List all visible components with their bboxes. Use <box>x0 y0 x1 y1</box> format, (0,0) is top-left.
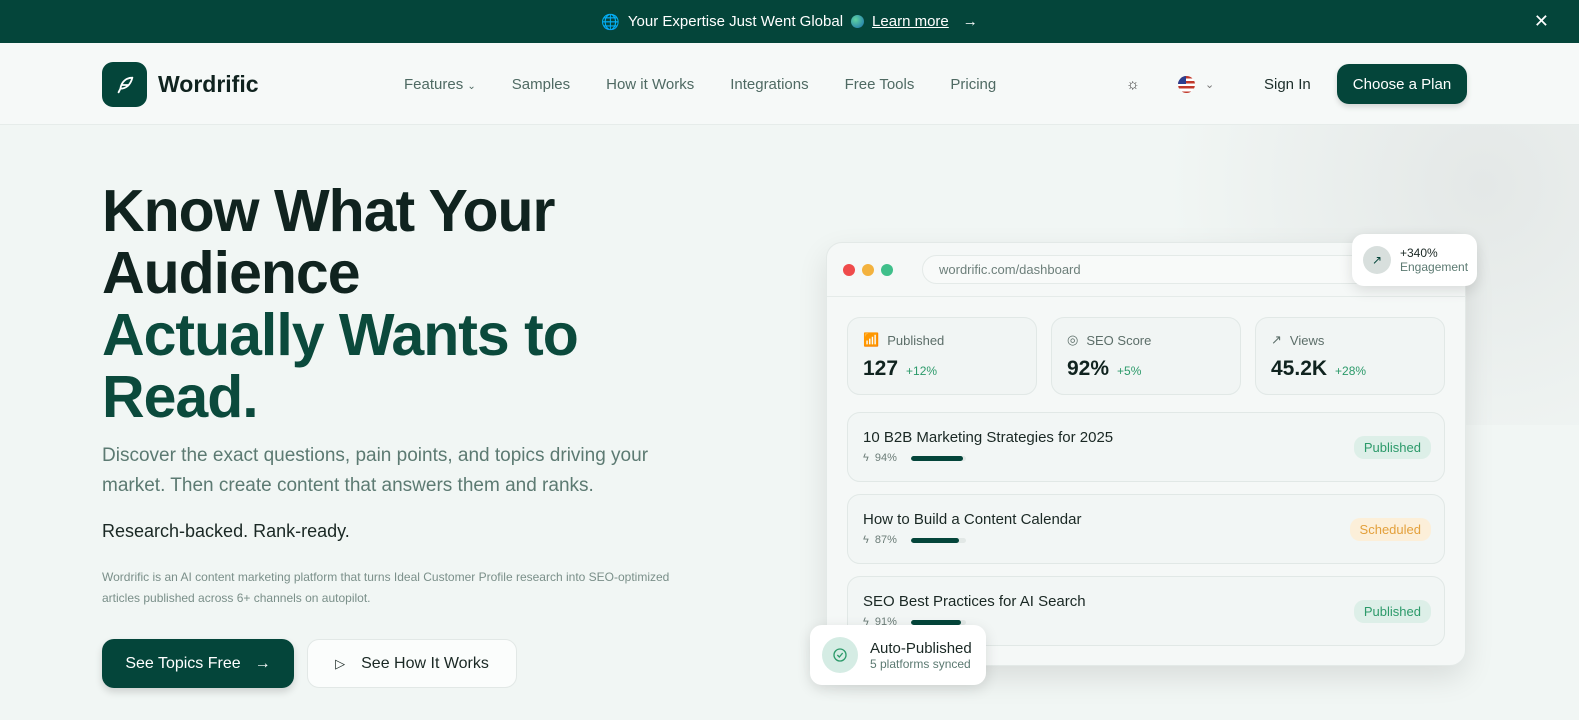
choose-plan-button[interactable]: Choose a Plan <box>1337 64 1467 104</box>
engagement-label: Engagement <box>1400 260 1469 274</box>
green-dot <box>881 263 893 276</box>
dashboard-preview: wordrific.com/dashboard 📶 Published 127 +1… <box>826 242 1466 666</box>
score-bar-fill <box>910 455 963 461</box>
feather-icon <box>102 62 147 107</box>
nav-samples[interactable]: Samples <box>512 76 570 93</box>
announcement-banner: 🌐 Your Expertise Just Went Global Learn … <box>0 0 1579 43</box>
learn-more-link[interactable]: Learn more <box>872 13 949 30</box>
score-bar <box>910 455 966 461</box>
hero-title-line: Audience <box>102 240 361 306</box>
stat-label: Published <box>887 332 945 348</box>
button-label: See Topics Free <box>125 654 241 672</box>
stat-change: +28% <box>1335 364 1367 378</box>
stat-change: +12% <box>906 364 938 378</box>
status-badge: Scheduled <box>1349 518 1431 541</box>
bar-chart-icon: 📶 <box>863 332 880 347</box>
auto-subtitle: 5 platforms synced <box>870 656 971 671</box>
us-flag-icon <box>1178 76 1195 93</box>
stat-change: +5% <box>1117 364 1142 378</box>
hero-title-line: Know What Your <box>102 178 555 244</box>
stat-seo-score: ◎ SEO Score 92% +5% <box>1051 317 1241 395</box>
status-badge: Published <box>1353 436 1431 459</box>
hero-title-line: Read. <box>102 364 259 430</box>
yellow-dot <box>862 263 874 276</box>
lightning-icon: ϟ <box>863 534 869 546</box>
arrow-right-icon: → <box>962 13 978 30</box>
see-how-it-works-button[interactable]: ▷ See How It Works <box>307 639 517 688</box>
article-title: SEO Best Practices for AI Search <box>863 593 1086 610</box>
stat-label: SEO Score <box>1086 332 1152 348</box>
score-bar <box>910 619 966 625</box>
stat-views: ↗ Views 45.2K +28% <box>1255 317 1445 395</box>
play-icon: ▷ <box>335 655 346 671</box>
sign-in-link[interactable]: Sign In <box>1264 76 1311 93</box>
stat-value: 92% <box>1067 357 1110 380</box>
article-row[interactable]: How to Build a Content Calendar ϟ 87% Sch… <box>847 494 1445 564</box>
url-bar: wordrific.com/dashboard <box>922 255 1382 284</box>
stat-value: 127 <box>863 357 899 380</box>
logo[interactable]: Wordrific <box>102 62 259 107</box>
auto-published-popup: Auto-Published 5 platforms synced <box>810 625 986 685</box>
chevron-down-icon: ⌄ <box>467 81 476 92</box>
article-score: 94% <box>874 452 897 464</box>
check-circle-icon <box>822 637 858 673</box>
nav-features[interactable]: Features ⌄ <box>404 76 476 93</box>
earth-icon <box>851 15 865 28</box>
engagement-popup: ↗ +340% Engagement <box>1352 234 1477 286</box>
trending-up-icon: ↗ <box>1271 332 1282 347</box>
banner-text: Your Expertise Just Went Global <box>627 13 844 30</box>
stat-label: Views <box>1289 332 1325 348</box>
sun-icon[interactable]: ☼ <box>1126 76 1140 93</box>
engagement-value: +340% <box>1400 246 1438 260</box>
language-selector[interactable]: ⌄ <box>1178 76 1214 93</box>
hero-subtitle: Discover the exact questions, pain point… <box>102 445 649 496</box>
nav-how-it-works[interactable]: How it Works <box>606 76 694 93</box>
chevron-down-icon: ⌄ <box>1205 79 1215 91</box>
score-bar-fill <box>910 537 959 543</box>
article-title: 10 B2B Marketing Strategies for 2025 <box>863 429 1114 446</box>
stat-published: 📶 Published 127 +12% <box>847 317 1037 395</box>
red-dot <box>843 263 855 276</box>
hero-description: Wordrific is an AI content marketing pla… <box>102 570 670 605</box>
main-menu: Features ⌄ Samples How it Works Integrat… <box>404 76 996 93</box>
hero-title-line: Actually Wants to <box>102 302 579 368</box>
hero-tagline: Research-backed. Rank-ready. <box>102 521 350 541</box>
see-topics-free-button[interactable]: See Topics Free → <box>102 639 294 688</box>
target-icon: ◎ <box>1067 332 1079 347</box>
hero-title: Know What Your Audience Actually Wants t… <box>102 178 579 430</box>
status-badge: Published <box>1353 600 1431 623</box>
lightning-icon: ϟ <box>863 452 869 464</box>
globe-icon: 🌐 <box>601 13 620 31</box>
score-bar-fill <box>910 619 961 625</box>
nav-integrations[interactable]: Integrations <box>730 76 808 93</box>
score-bar <box>910 537 966 543</box>
nav-label: Features <box>404 76 464 93</box>
trending-up-icon: ↗ <box>1363 246 1391 274</box>
article-row[interactable]: 10 B2B Marketing Strategies for 2025 ϟ 94… <box>847 412 1445 482</box>
navbar: Wordrific Features ⌄ Samples How it Work… <box>0 43 1579 125</box>
arrow-right-icon: → <box>254 654 271 672</box>
article-title: How to Build a Content Calendar <box>863 511 1082 528</box>
article-score: 87% <box>874 534 897 546</box>
close-banner-button[interactable]: ✕ <box>1534 11 1549 32</box>
button-label: See How It Works <box>361 654 489 672</box>
brand-name: Wordrific <box>158 71 259 97</box>
nav-free-tools[interactable]: Free Tools <box>845 76 915 93</box>
nav-pricing[interactable]: Pricing <box>950 76 996 93</box>
stat-value: 45.2K <box>1271 357 1328 380</box>
auto-title: Auto-Published <box>870 639 972 657</box>
